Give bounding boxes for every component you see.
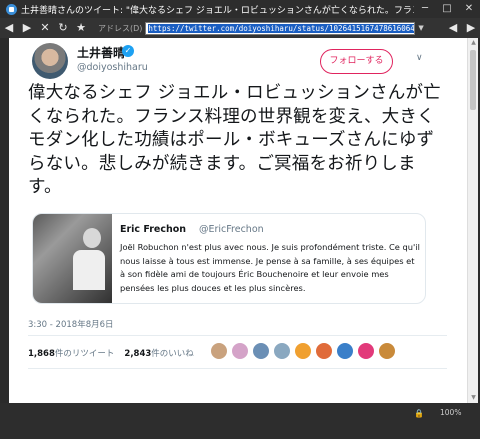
zoom-level[interactable]: 100% <box>440 408 461 417</box>
scroll-down-icon[interactable]: ▼ <box>468 393 479 403</box>
favorite-star-icon[interactable]: ★ <box>72 18 90 38</box>
close-icon[interactable]: ✕ <box>458 0 480 18</box>
forward-arrow-icon[interactable]: ▶ <box>18 18 36 38</box>
display-name[interactable]: 土井善晴 <box>77 44 125 61</box>
lock-icon: 🔒 <box>414 409 424 418</box>
status-bar: 🔒 100% <box>0 403 480 439</box>
stop-icon[interactable]: ✕ <box>36 18 54 38</box>
divider <box>28 368 447 369</box>
page-content: 土井善晴 ✓ @doiyoshiharu フォローする ∨ 偉大なるシェフ ジョ… <box>9 38 467 403</box>
address-label: アドレス(D) <box>98 23 143 33</box>
forward-small-icon[interactable]: ▶ <box>462 18 480 38</box>
liker-avatar[interactable] <box>336 342 354 360</box>
address-url: https://twitter.com/doiyoshiharu/status/… <box>148 23 415 33</box>
avatar[interactable] <box>32 43 68 79</box>
tweet-stats: 1,868件のリツイート 2,843件のいいね <box>28 347 204 359</box>
tweet-timestamp[interactable]: 3:30 - 2018年8月6日 <box>28 318 114 330</box>
refresh-icon[interactable]: ↻ <box>54 18 72 38</box>
retweet-count[interactable]: 1,868件のリツイート <box>28 347 114 359</box>
liker-avatar[interactable] <box>252 342 270 360</box>
back-arrow-icon[interactable]: ◀ <box>0 18 18 38</box>
scrollbar[interactable]: ▲ ▼ <box>467 38 478 403</box>
divider <box>28 335 447 336</box>
verified-badge-icon: ✓ <box>122 45 134 57</box>
liker-avatar[interactable] <box>378 342 396 360</box>
liker-avatar[interactable] <box>231 342 249 360</box>
minimize-icon[interactable]: ─ <box>414 0 436 18</box>
quoted-tweet[interactable]: Eric Frechon @EricFrechon Joël Robuchon … <box>32 213 426 304</box>
address-dropdown-icon[interactable]: ▼ <box>418 24 423 32</box>
window-title: 土井善晴さんのツイート: "偉大なるシェフ ジョエル・ロビュッションさんが亡くな… <box>21 5 414 16</box>
quoted-tweet-text: Joël Robuchon n'est plus avec nous. Je s… <box>120 242 420 293</box>
liker-avatar[interactable] <box>294 342 312 360</box>
chevron-down-icon[interactable]: ∨ <box>416 53 423 63</box>
quoted-user-handle: @EricFrechon <box>199 224 264 235</box>
navigation-bar: ◀ ▶ ✕ ↻ ★ アドレス(D) https://twitter.com/do… <box>0 18 480 38</box>
like-count[interactable]: 2,843件のいいね <box>124 347 193 359</box>
quoted-tweet-photo <box>33 214 112 303</box>
quoted-display-name: Eric Frechon <box>120 224 187 235</box>
window-controls: ─ □ ✕ <box>414 0 480 18</box>
window-titlebar: 土井善晴さんのツイート: "偉大なるシェフ ジョエル・ロビュッションさんが亡くな… <box>0 0 480 18</box>
user-handle[interactable]: @doiyoshiharu <box>77 62 148 73</box>
address-input[interactable]: https://twitter.com/doiyoshiharu/status/… <box>145 21 416 35</box>
scrollbar-thumb[interactable] <box>470 50 476 110</box>
liker-avatars <box>210 342 399 360</box>
liker-avatar[interactable] <box>273 342 291 360</box>
liker-avatar[interactable] <box>315 342 333 360</box>
tweet-text: 偉大なるシェフ ジョエル・ロビュッションさんが亡くなられた。フランス料理の世界観… <box>28 83 441 197</box>
scroll-up-icon[interactable]: ▲ <box>468 38 479 48</box>
back-small-icon[interactable]: ◀ <box>444 18 462 38</box>
liker-avatar[interactable] <box>210 342 228 360</box>
liker-avatar[interactable] <box>357 342 375 360</box>
browser-app-icon <box>6 3 17 15</box>
follow-button[interactable]: フォローする <box>320 49 393 74</box>
maximize-icon[interactable]: □ <box>436 0 458 18</box>
